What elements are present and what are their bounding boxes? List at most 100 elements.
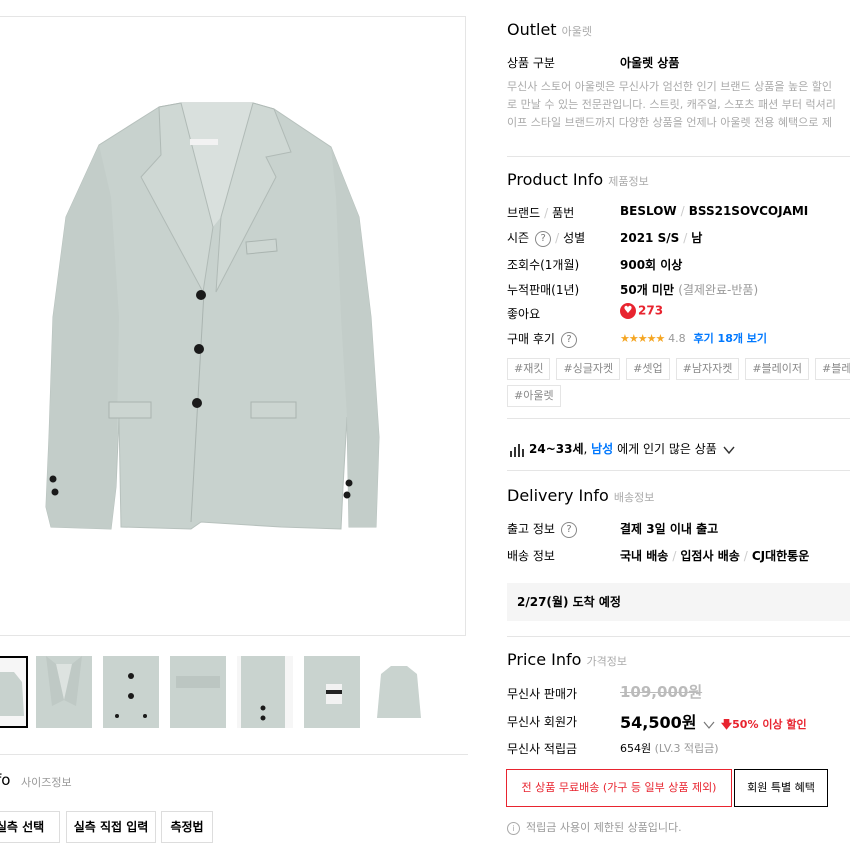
gender-label: 성별	[563, 231, 586, 245]
question-circle-icon[interactable]: ?	[560, 331, 577, 348]
ship-value: 결제 3일 이내 출고	[620, 522, 719, 536]
thumbnail-jacket-icon	[0, 672, 24, 716]
tag-list: #아울렛	[507, 384, 567, 407]
points-label: 무신사 적립금	[507, 742, 578, 756]
question-circle-icon[interactable]: ?	[535, 230, 552, 247]
review-value-row: ★★★★★ 4.8 후기 18개 보기	[620, 330, 767, 346]
popular-age: 24~33세	[529, 442, 584, 456]
sales-label: 누적판매(1년)	[507, 283, 580, 297]
popular-gender: 남성	[591, 442, 614, 456]
thumbnail-1[interactable]	[0, 656, 28, 728]
tag[interactable]: #블레이저	[815, 358, 850, 380]
ship-label-row: 출고 정보?	[507, 520, 577, 538]
size-select-button[interactable]: 실측 선택	[0, 811, 60, 843]
ship-label: 출고 정보	[507, 522, 555, 536]
tag[interactable]: #재킷	[507, 358, 551, 380]
outlet-description: 무신사 스토어 아울렛은 무신사가 엄선한 인기 브랜드 상품을 높은 할인 로…	[507, 78, 850, 132]
question-circle-icon[interactable]: ?	[560, 521, 577, 538]
star-rating-icon: ★★★★★	[620, 332, 665, 345]
tag[interactable]: #블레이저	[745, 358, 810, 380]
member-price-label: 무신사 회원가	[507, 715, 578, 729]
chevron-down-icon[interactable]	[703, 720, 715, 730]
season-gender-label: 시즌? / 성별	[507, 230, 586, 247]
method-3: CJ대한통운	[751, 549, 810, 563]
views-label: 조회수(1개월)	[507, 258, 580, 272]
gender-value: 남	[691, 231, 703, 245]
product-info-section-title: Product Info 제품정보	[507, 170, 649, 189]
section-divider	[507, 418, 850, 419]
member-price: 54,500원	[620, 713, 697, 732]
free-shipping-button[interactable]: 전 상품 무료배송 (가구 등 일부 상품 제외)	[506, 769, 732, 807]
thumbnail-7[interactable]	[371, 656, 427, 728]
points-value: 654원	[620, 742, 652, 755]
points-notice-text: 적립금 사용이 제한된 상품입니다.	[526, 821, 682, 834]
outlet-title: Outlet	[507, 20, 557, 39]
size-info-title: fo	[0, 771, 11, 789]
rating-value: 4.8	[668, 332, 686, 345]
thumbnail-pocket-icon	[170, 656, 226, 728]
delivery-info-section-title: Delivery Info 배송정보	[507, 486, 654, 505]
product-info-title: Product Info	[507, 170, 604, 189]
thumbnail-6[interactable]	[304, 656, 360, 728]
points-note: (LV.3 적립금)	[654, 742, 719, 755]
delivery-info-title: Delivery Info	[507, 486, 609, 505]
tag[interactable]: #남자자켓	[675, 358, 740, 380]
likes-count: 273	[638, 303, 664, 318]
thumbnail-buttons-icon	[103, 656, 159, 728]
thumbnail-5[interactable]	[237, 656, 293, 728]
tag[interactable]: #싱글자켓	[556, 358, 621, 380]
size-manual-input-button[interactable]: 실측 직접 입력	[66, 811, 156, 843]
points-row: 654원 (LV.3 적립금)	[620, 740, 719, 756]
member-price-row: 54,500원 🡇50% 이상 할인	[620, 709, 807, 735]
method-value: 국내 배송 / 입점사 배송 / CJ대한통운	[620, 549, 810, 563]
outlet-section-title: Outlet 아울렛	[507, 20, 592, 39]
season-value: 2021 S/S	[620, 231, 680, 245]
outlet-description-line: 이프 스타일 브랜드까지 다양한 상품을 언제나 아울렛 전용 혜택으로 제	[507, 116, 832, 129]
likes-button[interactable]: ♥ 273	[620, 303, 663, 319]
tag-list: #재킷#싱글자켓#셋업#남자자켓#블레이저#블레이저	[507, 357, 850, 380]
brand-code-value: BESLOW / BSS21SOVCOJAMI	[620, 204, 809, 218]
review-link[interactable]: 후기 18개 보기	[693, 332, 767, 345]
member-benefit-button[interactable]: 회원 특별 혜택	[734, 769, 828, 807]
review-label: 구매 후기	[507, 332, 555, 346]
views-value: 900회 이상	[620, 258, 683, 272]
outlet-subtitle: 아울렛	[561, 25, 593, 38]
price-info-section-title: Price Info 가격정보	[507, 650, 627, 669]
delivery-info-subtitle: 배송정보	[613, 491, 655, 504]
jacket-image	[45, 102, 380, 530]
section-divider	[507, 156, 850, 157]
thumbnail-collar-icon	[36, 656, 92, 728]
season-gender-value: 2021 S/S / 남	[620, 231, 703, 245]
main-product-image[interactable]	[0, 16, 466, 636]
brand-link[interactable]: BESLOW	[620, 204, 677, 218]
category-value: 아울렛 상품	[620, 56, 680, 70]
method-label: 배송 정보	[507, 549, 555, 563]
bar-chart-icon	[510, 443, 524, 457]
heart-icon: ♥	[620, 303, 636, 319]
sale-price-label: 무신사 판매가	[507, 687, 578, 701]
original-price: 109,000원	[620, 683, 703, 701]
arrival-estimate: 2/27(월) 도착 예정	[507, 583, 850, 621]
product-code: BSS21SOVCOJAMI	[688, 204, 809, 218]
sales-value-row: 50개 미만 (결제완료-반품)	[620, 281, 758, 298]
points-notice: i 적립금 사용이 제한된 상품입니다.	[507, 819, 682, 835]
thumbnail-jacket-small-icon	[377, 666, 421, 718]
sales-value: 50개 미만	[620, 283, 674, 297]
section-divider	[507, 470, 850, 471]
measure-method-button[interactable]: 측정법	[161, 811, 213, 843]
outlet-description-line: 로 만날 수 있는 전문관입니다. 스트릿, 캐주얼, 스포츠 패션 부터 럭셔…	[507, 98, 836, 111]
popular-toggle[interactable]: 24~33세, 남성 에게 인기 많은 상품	[509, 440, 735, 457]
size-info-subtitle: 사이즈정보	[21, 776, 72, 789]
thumbnail-3[interactable]	[103, 656, 159, 728]
brand-code-label: 브랜드 / 품번	[507, 206, 575, 220]
thumbnail-2[interactable]	[36, 656, 92, 728]
thumbnail-sleeve-icon	[241, 656, 285, 728]
brand-label: 브랜드	[507, 206, 541, 220]
popular-text: 에게 인기 많은 상품	[617, 442, 717, 456]
left-divider	[0, 754, 468, 755]
likes-label: 좋아요	[507, 307, 541, 321]
sales-note: (결제완료-반품)	[678, 283, 759, 297]
thumbnail-4[interactable]	[170, 656, 226, 728]
tag[interactable]: #셋업	[626, 358, 670, 380]
tag[interactable]: #아울렛	[507, 385, 561, 407]
